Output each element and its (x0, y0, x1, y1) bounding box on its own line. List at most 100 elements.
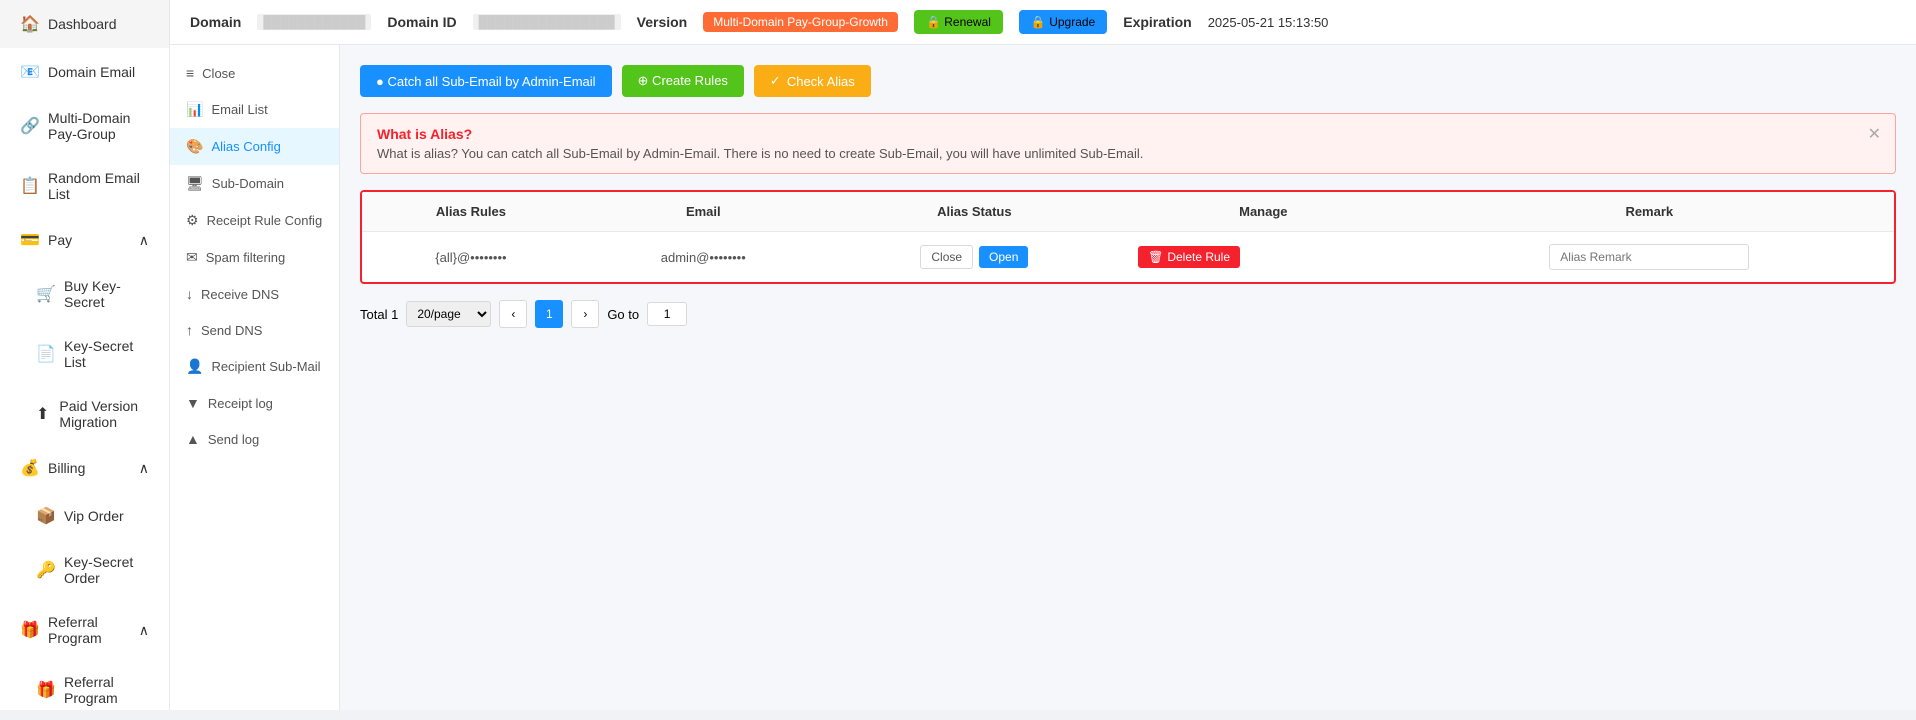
domain-id-label: Domain ID (387, 14, 456, 30)
receipt-rule-icon: ⚙ (186, 212, 199, 229)
domain-email-icon: 📧 (20, 62, 38, 82)
pagination: Total 1 20/page 10/page 50/page 100/page… (360, 300, 1896, 328)
send-log-icon: ▲ (186, 431, 200, 447)
sub-sidebar-recipient-submail[interactable]: 👤 Recipient Sub-Mail (170, 348, 339, 385)
alert-close-button[interactable]: ✕ (1868, 124, 1881, 144)
sub-domain-icon: 🖥 (186, 175, 204, 192)
status-cell: Close Open (827, 232, 1122, 283)
total-label: Total 1 (360, 307, 398, 322)
sub-sidebar-send-dns[interactable]: ↑ Send DNS (170, 312, 339, 348)
sidebar-item-paid-version[interactable]: ⬆ Paid Version Migration (0, 384, 169, 444)
random-email-icon: 📋 (20, 176, 38, 196)
version-badge: Multi-Domain Pay-Group-Growth (703, 12, 898, 32)
sidebar-item-random-email[interactable]: 📋 Random Email List (0, 156, 169, 216)
alert-title: What is Alias? (377, 126, 1879, 142)
sub-sidebar-email-list[interactable]: 📊 Email List (170, 91, 339, 128)
per-page-select[interactable]: 20/page 10/page 50/page 100/page (406, 301, 491, 327)
domain-id-value: ████████████████ (473, 14, 621, 30)
action-buttons: ● Catch all Sub-Email by Admin-Email ⊕ C… (360, 65, 1896, 97)
sidebar-item-buy-key[interactable]: 🛒 Buy Key-Secret (0, 264, 169, 324)
domain-label: Domain (190, 14, 241, 30)
table-header-row: Alias Rules Email Alias Status Manage Re… (362, 192, 1894, 232)
remark-cell (1405, 232, 1894, 283)
status-open-button[interactable]: Open (979, 246, 1028, 268)
main-panel: ● Catch all Sub-Email by Admin-Email ⊕ C… (340, 45, 1916, 710)
sidebar: 🏠 Dashboard 📧 Domain Email 🔗 Multi-Domai… (0, 0, 170, 710)
buy-key-icon: 🛒 (36, 284, 54, 304)
sidebar-item-referral-program[interactable]: 🎁 Referral Program (0, 660, 169, 720)
renewal-button[interactable]: 🔒 Renewal (914, 10, 1003, 34)
referral-program-icon: 🎁 (36, 680, 54, 700)
goto-input[interactable] (647, 302, 687, 326)
alert-text: What is alias? You can catch all Sub-Ema… (377, 146, 1879, 161)
prev-page-button[interactable]: ‹ (499, 300, 527, 328)
dashboard-icon: 🏠 (20, 14, 38, 34)
multi-domain-icon: 🔗 (20, 116, 38, 136)
check-alias-button[interactable]: ✓ Check Alias (754, 65, 871, 97)
sidebar-item-pay[interactable]: 💳 Pay ∧ (0, 216, 169, 264)
sidebar-item-billing[interactable]: 💰 Billing ∧ (0, 444, 169, 492)
sidebar-item-dashboard[interactable]: 🏠 Dashboard (0, 0, 169, 48)
sub-sidebar-sub-domain[interactable]: 🖥 Sub-Domain (170, 165, 339, 202)
spam-icon: ✉ (186, 249, 198, 266)
receipt-log-icon: ▼ (186, 395, 200, 411)
paid-version-icon: ⬆ (36, 404, 49, 424)
alias-rules-value: {all}@•••••••• (362, 232, 580, 283)
delete-rule-button[interactable]: 🗑 Delete Rule (1138, 246, 1240, 268)
col-manage: Manage (1122, 192, 1405, 232)
alias-config-icon: 🎨 (186, 138, 203, 155)
sidebar-item-key-secret-list[interactable]: 📄 Key-Secret List (0, 324, 169, 384)
domain-value: ████████████ (257, 14, 371, 30)
topbar: Domain ████████████ Domain ID ██████████… (170, 0, 1916, 45)
receive-dns-icon: ↓ (186, 286, 193, 302)
version-label: Version (637, 14, 688, 30)
check-icon: ✓ (770, 73, 781, 89)
remark-input[interactable] (1549, 244, 1749, 270)
expiry-value: 2025-05-21 15:13:50 (1208, 15, 1329, 30)
manage-cell: 🗑 Delete Rule (1122, 232, 1405, 283)
col-alias-status: Alias Status (827, 192, 1122, 232)
sub-sidebar-send-log[interactable]: ▲ Send log (170, 421, 339, 457)
email-value: admin@•••••••• (580, 232, 827, 283)
sidebar-item-referral[interactable]: 🎁 Referral Program ∧ (0, 600, 169, 660)
status-close-button[interactable]: Close (920, 245, 973, 269)
billing-icon: 💰 (20, 458, 38, 478)
sub-sidebar-close[interactable]: ≡ Close (170, 55, 339, 91)
sub-sidebar-receive-dns[interactable]: ↓ Receive DNS (170, 276, 339, 312)
close-icon: ≡ (186, 65, 194, 81)
recipient-icon: 👤 (186, 358, 203, 375)
chevron-billing-icon: ∧ (139, 460, 149, 477)
sub-sidebar-spam[interactable]: ✉ Spam filtering (170, 239, 339, 276)
trash-icon: 🗑 (1148, 250, 1163, 264)
expiry-label: Expiration (1123, 14, 1191, 30)
email-list-icon: 📊 (186, 101, 203, 118)
sub-sidebar-alias-config[interactable]: 🎨 Alias Config (170, 128, 339, 165)
create-rules-button[interactable]: ⊕ Create Rules (622, 65, 744, 97)
content-area: ≡ Close 📊 Email List 🎨 Alias Config 🖥 Su… (170, 45, 1916, 710)
sidebar-item-vip-order[interactable]: 📦 Vip Order (0, 492, 169, 540)
chevron-referral-icon: ∧ (139, 622, 149, 639)
col-remark: Remark (1405, 192, 1894, 232)
referral-icon: 🎁 (20, 620, 38, 640)
sub-sidebar-receipt-rule[interactable]: ⚙ Receipt Rule Config (170, 202, 339, 239)
alias-table-container: Alias Rules Email Alias Status Manage Re… (360, 190, 1896, 284)
send-dns-icon: ↑ (186, 322, 193, 338)
vip-order-icon: 📦 (36, 506, 54, 526)
upgrade-button[interactable]: 🔒 Upgrade (1019, 10, 1107, 34)
pay-icon: 💳 (20, 230, 38, 250)
sub-sidebar: ≡ Close 📊 Email List 🎨 Alias Config 🖥 Su… (170, 45, 340, 710)
goto-label: Go to (607, 307, 639, 322)
sub-sidebar-receipt-log[interactable]: ▼ Receipt log (170, 385, 339, 421)
alias-table: Alias Rules Email Alias Status Manage Re… (362, 192, 1894, 282)
sidebar-item-multi-domain[interactable]: 🔗 Multi-Domain Pay-Group (0, 96, 169, 156)
col-email: Email (580, 192, 827, 232)
col-alias-rules: Alias Rules (362, 192, 580, 232)
next-page-button[interactable]: › (571, 300, 599, 328)
alias-alert: What is Alias? What is alias? You can ca… (360, 113, 1896, 174)
page-1-button[interactable]: 1 (535, 300, 563, 328)
sidebar-item-key-secret-order[interactable]: 🔑 Key-Secret Order (0, 540, 169, 600)
catch-all-button[interactable]: ● Catch all Sub-Email by Admin-Email (360, 65, 612, 97)
chevron-icon: ∧ (139, 232, 149, 249)
sidebar-item-domain-email[interactable]: 📧 Domain Email (0, 48, 169, 96)
table-row: {all}@•••••••• admin@•••••••• Close Open (362, 232, 1894, 283)
